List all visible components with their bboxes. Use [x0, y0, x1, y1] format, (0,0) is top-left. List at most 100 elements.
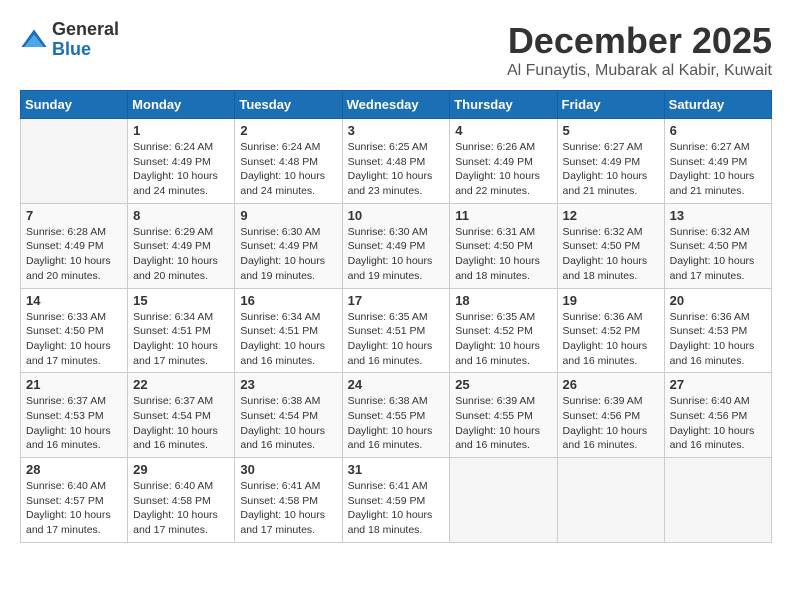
day-cell: 14 Sunrise: 6:33 AMSunset: 4:50 PMDayligh…	[21, 288, 128, 373]
day-info: Sunrise: 6:41 AMSunset: 4:59 PMDaylight:…	[348, 479, 445, 538]
day-cell: 17 Sunrise: 6:35 AMSunset: 4:51 PMDayligh…	[342, 288, 450, 373]
day-cell: 15 Sunrise: 6:34 AMSunset: 4:51 PMDayligh…	[128, 288, 235, 373]
day-cell	[664, 458, 771, 543]
weekday-header-monday: Monday	[128, 91, 235, 119]
day-number: 15	[133, 293, 229, 308]
page-header: General Blue December 2025 Al Funaytis, …	[20, 20, 772, 80]
day-cell: 16 Sunrise: 6:34 AMSunset: 4:51 PMDayligh…	[235, 288, 342, 373]
day-cell: 10 Sunrise: 6:30 AMSunset: 4:49 PMDayligh…	[342, 203, 450, 288]
day-number: 17	[348, 293, 445, 308]
calendar-title: December 2025	[507, 20, 772, 62]
logo-icon	[20, 26, 48, 54]
day-cell: 8 Sunrise: 6:29 AMSunset: 4:49 PMDaylight…	[128, 203, 235, 288]
calendar-table: SundayMondayTuesdayWednesdayThursdayFrid…	[20, 90, 772, 543]
day-info: Sunrise: 6:35 AMSunset: 4:51 PMDaylight:…	[348, 310, 445, 369]
day-cell: 18 Sunrise: 6:35 AMSunset: 4:52 PMDayligh…	[450, 288, 557, 373]
day-info: Sunrise: 6:27 AMSunset: 4:49 PMDaylight:…	[563, 140, 659, 199]
day-cell: 23 Sunrise: 6:38 AMSunset: 4:54 PMDayligh…	[235, 373, 342, 458]
day-number: 1	[133, 123, 229, 138]
day-cell: 13 Sunrise: 6:32 AMSunset: 4:50 PMDayligh…	[664, 203, 771, 288]
calendar-subtitle: Al Funaytis, Mubarak al Kabir, Kuwait	[507, 62, 772, 80]
day-info: Sunrise: 6:34 AMSunset: 4:51 PMDaylight:…	[240, 310, 336, 369]
logo-text: General Blue	[52, 20, 119, 60]
day-info: Sunrise: 6:32 AMSunset: 4:50 PMDaylight:…	[563, 225, 659, 284]
day-info: Sunrise: 6:40 AMSunset: 4:58 PMDaylight:…	[133, 479, 229, 538]
day-number: 22	[133, 377, 229, 392]
day-number: 13	[670, 208, 766, 223]
day-number: 5	[563, 123, 659, 138]
day-info: Sunrise: 6:39 AMSunset: 4:56 PMDaylight:…	[563, 394, 659, 453]
day-number: 26	[563, 377, 659, 392]
day-number: 8	[133, 208, 229, 223]
day-info: Sunrise: 6:35 AMSunset: 4:52 PMDaylight:…	[455, 310, 551, 369]
day-cell: 9Sunrise: 6:30 AMSunset: 4:49 PMDaylight…	[235, 203, 342, 288]
day-number: 28	[26, 462, 122, 477]
day-info: Sunrise: 6:41 AMSunset: 4:58 PMDaylight:…	[240, 479, 336, 538]
day-number: 27	[670, 377, 766, 392]
week-row-4: 21 Sunrise: 6:37 AMSunset: 4:53 PMDayligh…	[21, 373, 772, 458]
day-info: Sunrise: 6:32 AMSunset: 4:50 PMDaylight:…	[670, 225, 766, 284]
day-cell: 2 Sunrise: 6:24 AMSunset: 4:48 PMDaylight…	[235, 119, 342, 204]
day-cell: 29 Sunrise: 6:40 AMSunset: 4:58 PMDayligh…	[128, 458, 235, 543]
day-cell	[21, 119, 128, 204]
day-cell: 20Sunrise: 6:36 AMSunset: 4:53 PMDayligh…	[664, 288, 771, 373]
weekday-header-tuesday: Tuesday	[235, 91, 342, 119]
day-info: Sunrise: 6:30 AMSunset: 4:49 PMDaylight:…	[348, 225, 445, 284]
day-cell: 25 Sunrise: 6:39 AMSunset: 4:55 PMDayligh…	[450, 373, 557, 458]
day-info: Sunrise: 6:33 AMSunset: 4:50 PMDaylight:…	[26, 310, 122, 369]
day-cell: 6Sunrise: 6:27 AMSunset: 4:49 PMDaylight…	[664, 119, 771, 204]
day-info: Sunrise: 6:29 AMSunset: 4:49 PMDaylight:…	[133, 225, 229, 284]
day-info: Sunrise: 6:38 AMSunset: 4:54 PMDaylight:…	[240, 394, 336, 453]
day-info: Sunrise: 6:24 AMSunset: 4:49 PMDaylight:…	[133, 140, 229, 199]
day-number: 30	[240, 462, 336, 477]
day-number: 4	[455, 123, 551, 138]
day-cell: 12 Sunrise: 6:32 AMSunset: 4:50 PMDayligh…	[557, 203, 664, 288]
day-number: 23	[240, 377, 336, 392]
weekday-header-friday: Friday	[557, 91, 664, 119]
day-cell: 30 Sunrise: 6:41 AMSunset: 4:58 PMDayligh…	[235, 458, 342, 543]
day-info: Sunrise: 6:26 AMSunset: 4:49 PMDaylight:…	[455, 140, 551, 199]
week-row-1: 1 Sunrise: 6:24 AMSunset: 4:49 PMDaylight…	[21, 119, 772, 204]
day-info: Sunrise: 6:34 AMSunset: 4:51 PMDaylight:…	[133, 310, 229, 369]
weekday-header-row: SundayMondayTuesdayWednesdayThursdayFrid…	[21, 91, 772, 119]
day-info: Sunrise: 6:36 AMSunset: 4:53 PMDaylight:…	[670, 310, 766, 369]
day-number: 7	[26, 208, 122, 223]
day-number: 24	[348, 377, 445, 392]
day-number: 25	[455, 377, 551, 392]
day-info: Sunrise: 6:37 AMSunset: 4:53 PMDaylight:…	[26, 394, 122, 453]
day-info: Sunrise: 6:40 AMSunset: 4:57 PMDaylight:…	[26, 479, 122, 538]
day-number: 16	[240, 293, 336, 308]
weekday-header-thursday: Thursday	[450, 91, 557, 119]
day-info: Sunrise: 6:28 AMSunset: 4:49 PMDaylight:…	[26, 225, 122, 284]
day-number: 18	[455, 293, 551, 308]
day-cell: 26 Sunrise: 6:39 AMSunset: 4:56 PMDayligh…	[557, 373, 664, 458]
day-number: 10	[348, 208, 445, 223]
day-cell: 27 Sunrise: 6:40 AMSunset: 4:56 PMDayligh…	[664, 373, 771, 458]
day-cell	[450, 458, 557, 543]
day-number: 6	[670, 123, 766, 138]
week-row-2: 7 Sunrise: 6:28 AMSunset: 4:49 PMDaylight…	[21, 203, 772, 288]
day-info: Sunrise: 6:36 AMSunset: 4:52 PMDaylight:…	[563, 310, 659, 369]
week-row-3: 14 Sunrise: 6:33 AMSunset: 4:50 PMDayligh…	[21, 288, 772, 373]
weekday-header-saturday: Saturday	[664, 91, 771, 119]
day-number: 2	[240, 123, 336, 138]
day-info: Sunrise: 6:24 AMSunset: 4:48 PMDaylight:…	[240, 140, 336, 199]
day-info: Sunrise: 6:37 AMSunset: 4:54 PMDaylight:…	[133, 394, 229, 453]
day-info: Sunrise: 6:25 AMSunset: 4:48 PMDaylight:…	[348, 140, 445, 199]
day-info: Sunrise: 6:40 AMSunset: 4:56 PMDaylight:…	[670, 394, 766, 453]
day-number: 21	[26, 377, 122, 392]
day-number: 29	[133, 462, 229, 477]
day-number: 14	[26, 293, 122, 308]
weekday-header-wednesday: Wednesday	[342, 91, 450, 119]
day-number: 12	[563, 208, 659, 223]
day-cell: 3Sunrise: 6:25 AMSunset: 4:48 PMDaylight…	[342, 119, 450, 204]
title-block: December 2025 Al Funaytis, Mubarak al Ka…	[507, 20, 772, 80]
day-cell: 28 Sunrise: 6:40 AMSunset: 4:57 PMDayligh…	[21, 458, 128, 543]
day-cell: 22 Sunrise: 6:37 AMSunset: 4:54 PMDayligh…	[128, 373, 235, 458]
day-info: Sunrise: 6:39 AMSunset: 4:55 PMDaylight:…	[455, 394, 551, 453]
day-cell: 5 Sunrise: 6:27 AMSunset: 4:49 PMDaylight…	[557, 119, 664, 204]
day-cell: 24Sunrise: 6:38 AMSunset: 4:55 PMDayligh…	[342, 373, 450, 458]
day-info: Sunrise: 6:31 AMSunset: 4:50 PMDaylight:…	[455, 225, 551, 284]
day-cell: 21 Sunrise: 6:37 AMSunset: 4:53 PMDayligh…	[21, 373, 128, 458]
day-cell: 11Sunrise: 6:31 AMSunset: 4:50 PMDayligh…	[450, 203, 557, 288]
